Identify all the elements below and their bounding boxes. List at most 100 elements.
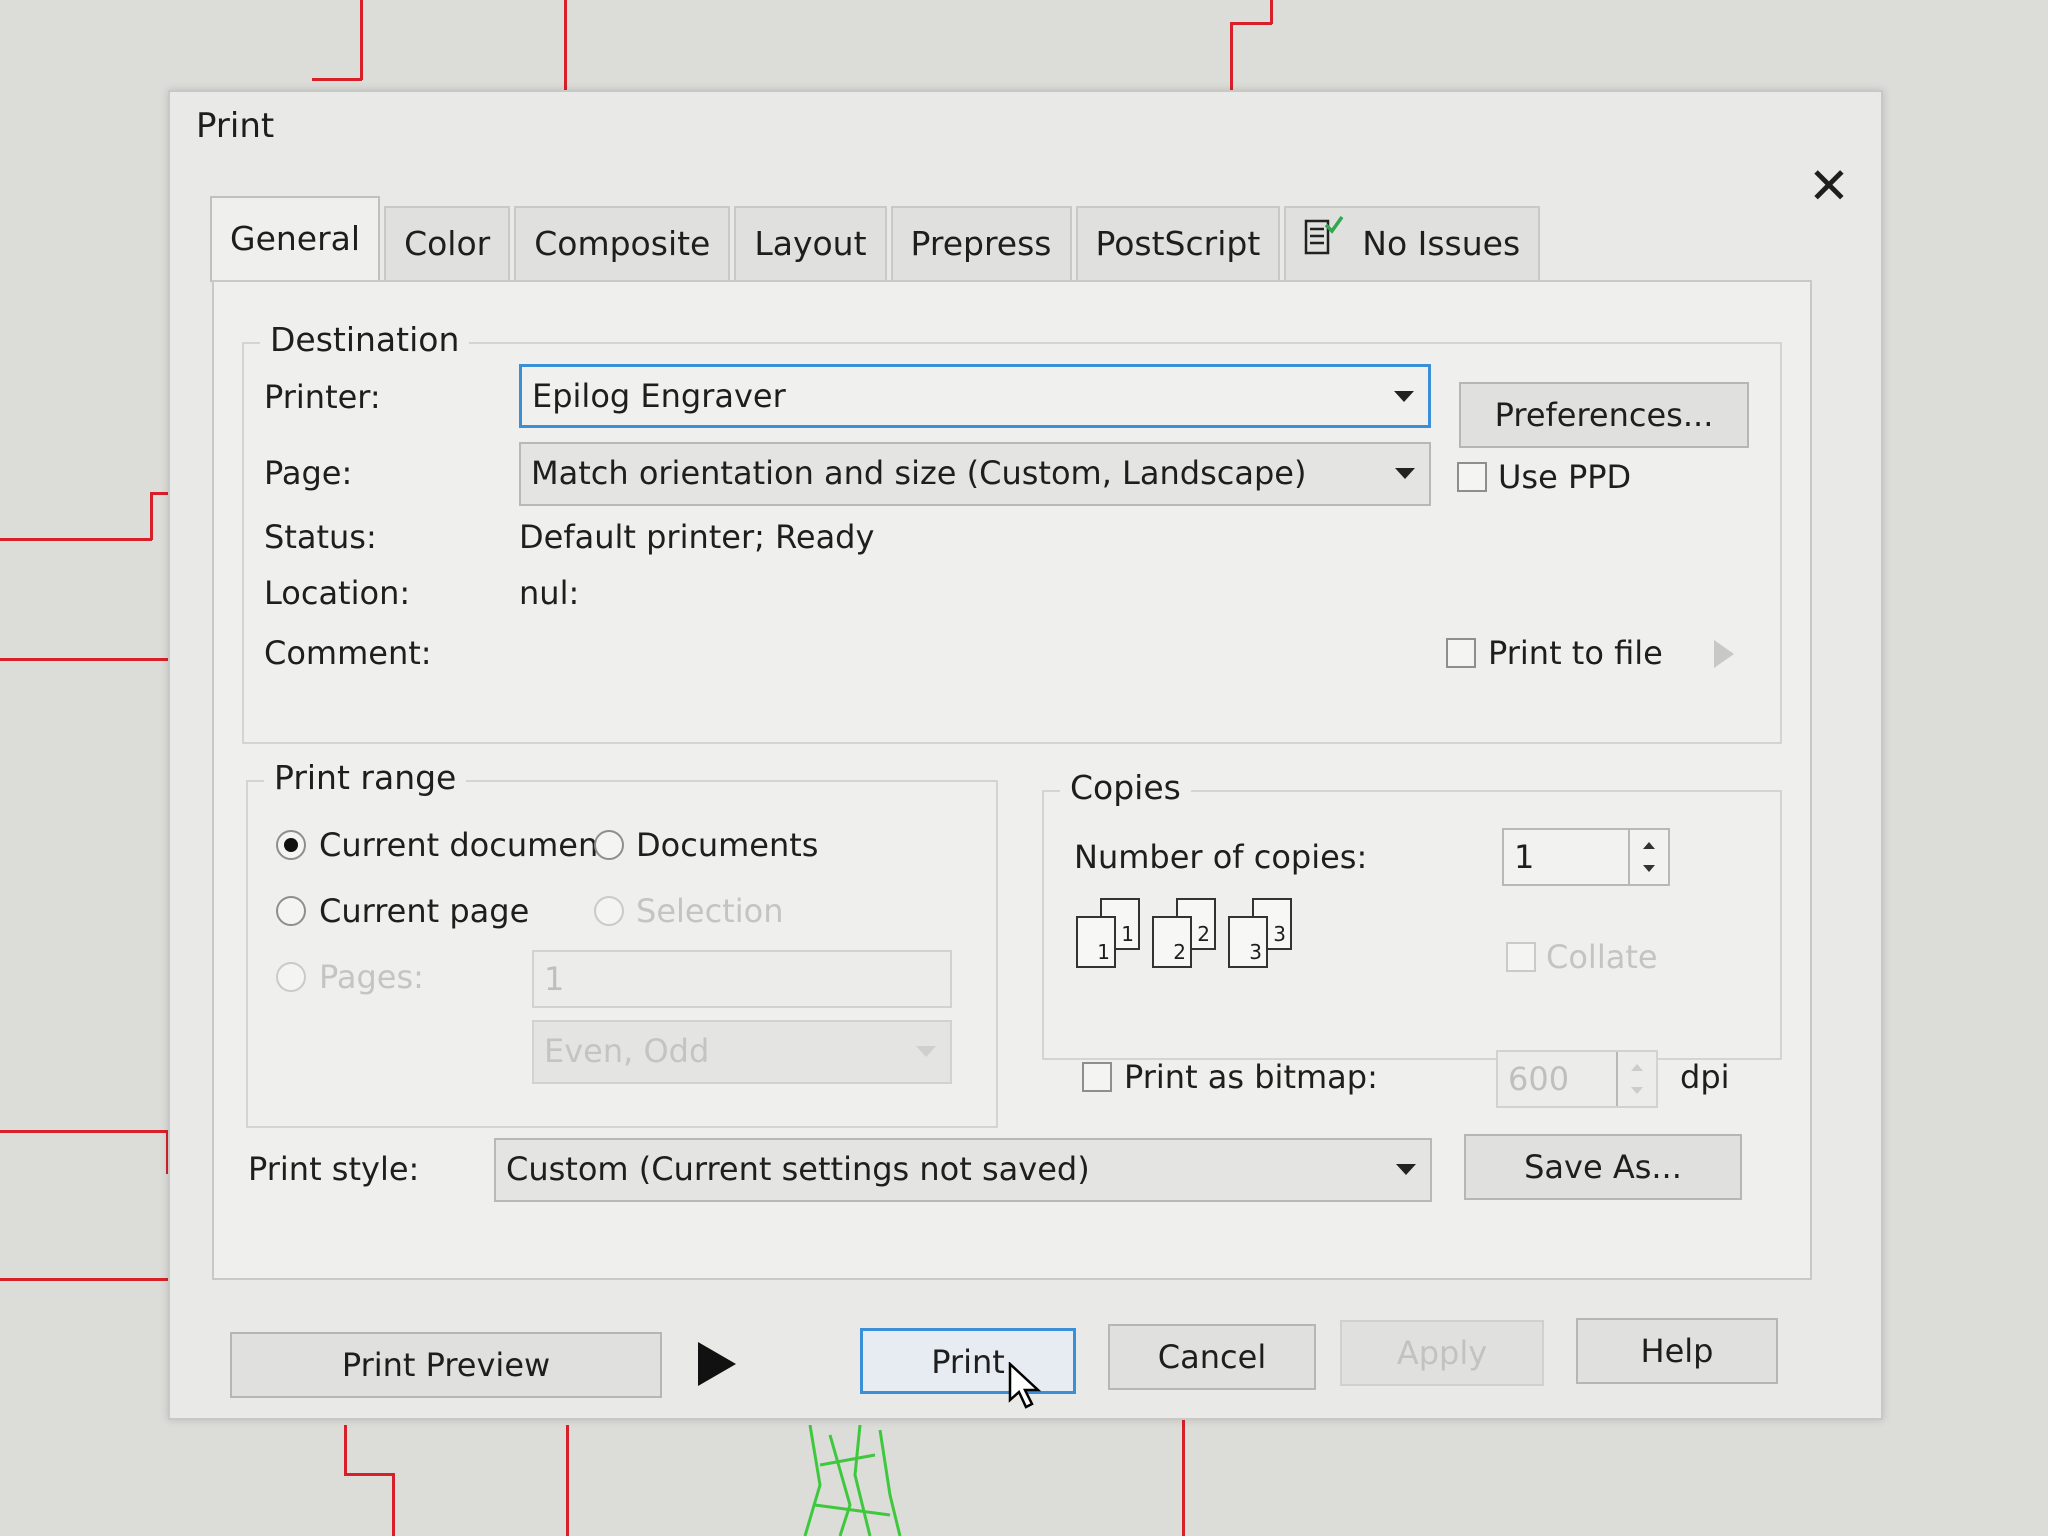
background-line (150, 492, 153, 540)
background-line (1270, 0, 1273, 24)
collate-page: 2 (1152, 916, 1192, 968)
chevron-down-icon (1394, 391, 1414, 402)
print-as-bitmap-checkbox[interactable] (1082, 1062, 1112, 1092)
print-dialog: Print ✕ General Color Composite Layout P… (168, 90, 1883, 1420)
preferences-button[interactable]: Preferences... (1459, 382, 1749, 448)
tab-color[interactable]: Color (384, 206, 511, 282)
stepper-buttons[interactable] (1628, 830, 1668, 884)
current-page-radio[interactable] (276, 896, 306, 926)
print-to-file-label[interactable]: Print to file (1488, 634, 1663, 672)
selection-radio[interactable] (594, 896, 624, 926)
collate-page-stack: 3 3 (1228, 898, 1292, 970)
collate-label: Collate (1546, 938, 1658, 976)
page-label: Page: (264, 454, 353, 492)
print-to-file-checkbox[interactable] (1446, 638, 1476, 668)
copies-legend: Copies (1060, 768, 1191, 807)
destination-legend: Destination (260, 320, 470, 359)
comment-label: Comment: (264, 634, 432, 672)
collate-preview-icon: 1 1 2 2 3 3 (1076, 898, 1292, 970)
print-style-value: Custom (Current settings not saved) (506, 1150, 1090, 1188)
tab-no-issues[interactable]: No Issues (1284, 206, 1541, 282)
background-line (0, 1130, 168, 1133)
page-select-value: Match orientation and size (Custom, Land… (531, 454, 1307, 492)
chevron-down-icon (1395, 468, 1415, 479)
general-tab-panel: Destination Printer: Epilog Engraver Pre… (212, 280, 1812, 1280)
current-document-label[interactable]: Current document (319, 826, 611, 864)
tab-no-issues-label: No Issues (1362, 224, 1521, 263)
number-of-copies-value: 1 (1514, 838, 1535, 876)
use-ppd-label[interactable]: Use PPD (1498, 458, 1631, 496)
background-line (360, 0, 363, 80)
pages-radio[interactable] (276, 962, 306, 992)
even-odd-value: Even, Odd (544, 1032, 710, 1070)
location-value: nul: (519, 574, 580, 612)
checklist-icon (1304, 210, 1344, 282)
spin-up-icon[interactable] (1643, 842, 1655, 849)
printer-select[interactable]: Epilog Engraver (519, 364, 1431, 428)
status-label: Status: (264, 518, 377, 556)
background-line (344, 1473, 394, 1476)
pages-input[interactable]: 1 (532, 950, 952, 1008)
collate-page: 3 (1228, 916, 1268, 968)
background-line (344, 1425, 347, 1475)
page-select[interactable]: Match orientation and size (Custom, Land… (519, 442, 1431, 506)
background-line (1230, 22, 1272, 25)
save-as-button[interactable]: Save As... (1464, 1134, 1742, 1200)
dialog-title: Print (196, 106, 275, 146)
spin-down-icon[interactable] (1643, 865, 1655, 872)
tab-layout[interactable]: Layout (734, 206, 887, 282)
number-of-copies-stepper[interactable]: 1 (1502, 828, 1670, 886)
documents-radio[interactable] (594, 830, 624, 860)
spin-up-icon[interactable] (1631, 1064, 1643, 1071)
selection-label: Selection (636, 892, 784, 930)
background-line (312, 78, 362, 81)
expand-arrow-icon[interactable] (1714, 640, 1734, 668)
background-line (1182, 1410, 1185, 1536)
close-icon[interactable]: ✕ (1805, 161, 1853, 211)
chevron-down-icon (916, 1046, 936, 1057)
print-preview-button[interactable]: Print Preview (230, 1332, 662, 1398)
apply-button[interactable]: Apply (1340, 1320, 1544, 1386)
print-as-bitmap-label[interactable]: Print as bitmap: (1124, 1058, 1378, 1096)
tab-bar: General Color Composite Layout Prepress … (210, 192, 1544, 282)
background-line (564, 0, 567, 100)
mouse-cursor-icon (1008, 1362, 1042, 1409)
tab-composite[interactable]: Composite (514, 206, 731, 282)
status-value: Default printer; Ready (519, 518, 875, 556)
pages-label: Pages: (319, 958, 424, 996)
dpi-stepper[interactable]: 600 (1496, 1050, 1658, 1108)
current-page-label[interactable]: Current page (319, 892, 529, 930)
tab-general[interactable]: General (210, 196, 381, 282)
tab-postscript[interactable]: PostScript (1075, 206, 1281, 282)
background-line (0, 658, 180, 661)
help-button[interactable]: Help (1576, 1318, 1778, 1384)
use-ppd-checkbox[interactable] (1457, 462, 1487, 492)
collate-page-stack: 1 1 (1076, 898, 1140, 970)
documents-label[interactable]: Documents (636, 826, 818, 864)
printer-select-value: Epilog Engraver (532, 377, 786, 415)
print-style-label: Print style: (248, 1150, 420, 1188)
collate-checkbox[interactable] (1506, 942, 1536, 972)
cancel-button[interactable]: Cancel (1108, 1324, 1316, 1390)
chevron-down-icon (1396, 1164, 1416, 1175)
play-icon[interactable] (698, 1342, 736, 1386)
dpi-value: 600 (1508, 1060, 1570, 1098)
location-label: Location: (264, 574, 411, 612)
print-range-legend: Print range (264, 758, 467, 797)
collate-page: 1 (1076, 916, 1116, 968)
tab-prepress[interactable]: Prepress (890, 206, 1072, 282)
background-line (392, 1473, 395, 1536)
background-green-drawing (803, 1425, 902, 1536)
stepper-buttons[interactable] (1616, 1052, 1656, 1106)
current-document-radio[interactable] (276, 830, 306, 860)
dpi-unit-label: dpi (1680, 1058, 1730, 1096)
print-style-select[interactable]: Custom (Current settings not saved) (494, 1138, 1432, 1202)
background-line (566, 1425, 569, 1536)
spin-down-icon[interactable] (1631, 1087, 1643, 1094)
background-line (0, 538, 152, 541)
even-odd-select[interactable]: Even, Odd (532, 1020, 952, 1084)
collate-page-stack: 2 2 (1152, 898, 1216, 970)
printer-label: Printer: (264, 378, 381, 416)
print-button[interactable]: Print (860, 1328, 1076, 1394)
number-of-copies-label: Number of copies: (1074, 838, 1368, 876)
